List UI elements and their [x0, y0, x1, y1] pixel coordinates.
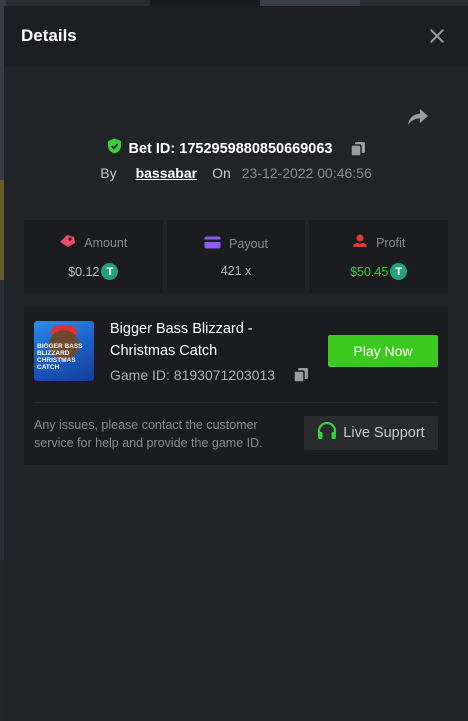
details-modal: Details Bet ID: 1752959880850669063 By b… [4, 6, 468, 721]
profit-label: Profit [376, 235, 406, 250]
game-thumbnail-text: BIGGER BASS BLIZZARD CHRISTMAS CATCH [37, 343, 83, 371]
profit-value: $50.45 [350, 264, 389, 279]
bet-id-value: 1752959880850669063 [179, 140, 333, 157]
share-icon[interactable] [406, 106, 430, 128]
bet-id-label: Bet ID: [128, 140, 176, 157]
copy-game-id-icon[interactable] [293, 367, 309, 383]
game-id-label: Game ID: [110, 367, 170, 383]
game-id-value: 8193071203013 [173, 367, 276, 383]
game-id-row: Game ID: 8193071203013 [110, 367, 309, 383]
amount-value: $0.12 [68, 264, 100, 279]
bet-stats: Amount $0.12 T Payout 421 x Profit $50.4… [24, 220, 449, 294]
support-message: Any issues, please contact the customer … [34, 418, 263, 450]
usdt-coin-icon: T [390, 263, 408, 280]
username-link[interactable]: bassabar [136, 165, 197, 181]
payout-value: 421 x [220, 264, 252, 278]
game-card: BIGGER BASS BLIZZARD CHRISTMAS CATCH Big… [24, 306, 448, 465]
stat-amount: Amount $0.12 T [24, 220, 163, 294]
play-now-button[interactable]: Play Now [328, 335, 438, 367]
headphones-icon [317, 421, 337, 444]
stat-profit: Profit $50.45 T [309, 220, 449, 294]
profit-icon [352, 234, 368, 251]
modal-header: Details [4, 6, 468, 66]
bet-id-row: Bet ID: 1752959880850669063 [4, 138, 468, 159]
close-icon[interactable] [426, 25, 448, 47]
divider [34, 402, 438, 403]
live-support-label: Live Support [343, 425, 425, 441]
usdt-coin-icon: T [101, 263, 119, 280]
verified-shield-icon [107, 138, 122, 159]
game-thumbnail[interactable]: BIGGER BASS BLIZZARD CHRISTMAS CATCH [34, 321, 94, 381]
amount-icon [59, 234, 76, 251]
on-label: On [212, 165, 231, 181]
live-support-button[interactable]: Live Support [304, 416, 438, 450]
stat-payout: Payout 421 x [166, 220, 306, 294]
modal-title: Details [21, 26, 77, 45]
payout-label: Payout [229, 237, 268, 251]
bet-meta-row: By bassabar On 23-12-2022 00:46:56 [4, 165, 468, 181]
bet-date: 23-12-2022 00:46:56 [241, 165, 372, 181]
by-label: By [100, 165, 117, 181]
game-title: Bigger Bass Blizzard - Christmas Catch [110, 321, 253, 359]
amount-label: Amount [84, 235, 128, 250]
payout-icon [204, 236, 221, 252]
copy-bet-id-icon[interactable] [349, 141, 366, 157]
